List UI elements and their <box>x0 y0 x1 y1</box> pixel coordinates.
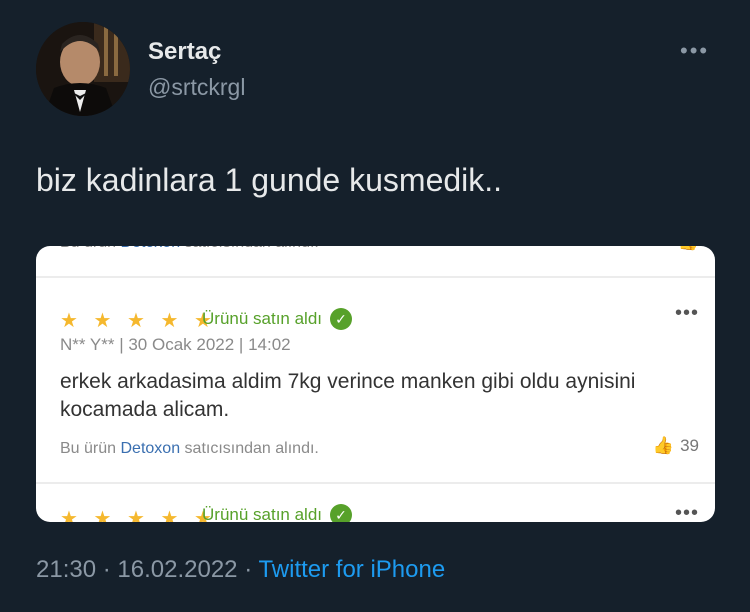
tweet-footer: 21:30 · 16.02.2022 · Twitter for iPhone <box>36 556 446 583</box>
more-horizontal-icon: ••• <box>674 502 699 522</box>
like-button[interactable]: 👍 39 <box>653 436 699 456</box>
tweet-text: biz kadinlara 1 gunde kusmedik.. <box>36 162 503 198</box>
review-screenshot[interactable]: Bu ürün Detoxon satıcısından alındı. 👍 ★… <box>36 246 715 522</box>
more-horizontal-icon[interactable]: ••• <box>680 38 709 64</box>
star-rating: ★ ★ ★ ★ ★ <box>60 310 217 332</box>
divider <box>36 276 715 278</box>
check-icon: ✓ <box>330 308 353 330</box>
review-text: erkek arkadasima aldim 7kg verince manke… <box>60 370 636 421</box>
more-horizontal-icon[interactable]: ••• <box>675 302 699 325</box>
seller-info-cutoff: Bu ürün Detoxon satıcısından alındı. <box>60 246 319 252</box>
thumbs-up-icon: 👍 <box>678 246 699 252</box>
star-rating-cutoff: ★ ★ ★ ★ ★ <box>60 508 217 522</box>
seller-info: Bu ürün Detoxon satıcısından alındı. <box>60 440 319 457</box>
purchased-badge: Ürünü satın aldı ✓ <box>202 308 353 330</box>
like-count: 39 <box>680 436 699 455</box>
tweet-time[interactable]: 21:30 <box>36 556 96 583</box>
check-icon: ✓ <box>330 504 353 522</box>
thumbs-up-icon: 👍 <box>652 436 675 455</box>
seller-name: Detoxon <box>120 440 181 457</box>
review-meta: N** Y** | 30 Ocak 2022 | 14:02 <box>60 335 291 354</box>
purchased-badge-cutoff: Ürünü satın aldı ✓ <box>202 504 353 522</box>
avatar[interactable] <box>36 22 130 116</box>
tweet-date[interactable]: 16.02.2022 <box>117 556 237 583</box>
divider <box>36 482 715 484</box>
display-name[interactable]: Sertaç <box>148 38 221 66</box>
like-cutoff: 👍 <box>678 246 699 252</box>
handle[interactable]: @srtckrgl <box>148 74 245 101</box>
tweet-source-link[interactable]: Twitter for iPhone <box>258 556 445 583</box>
